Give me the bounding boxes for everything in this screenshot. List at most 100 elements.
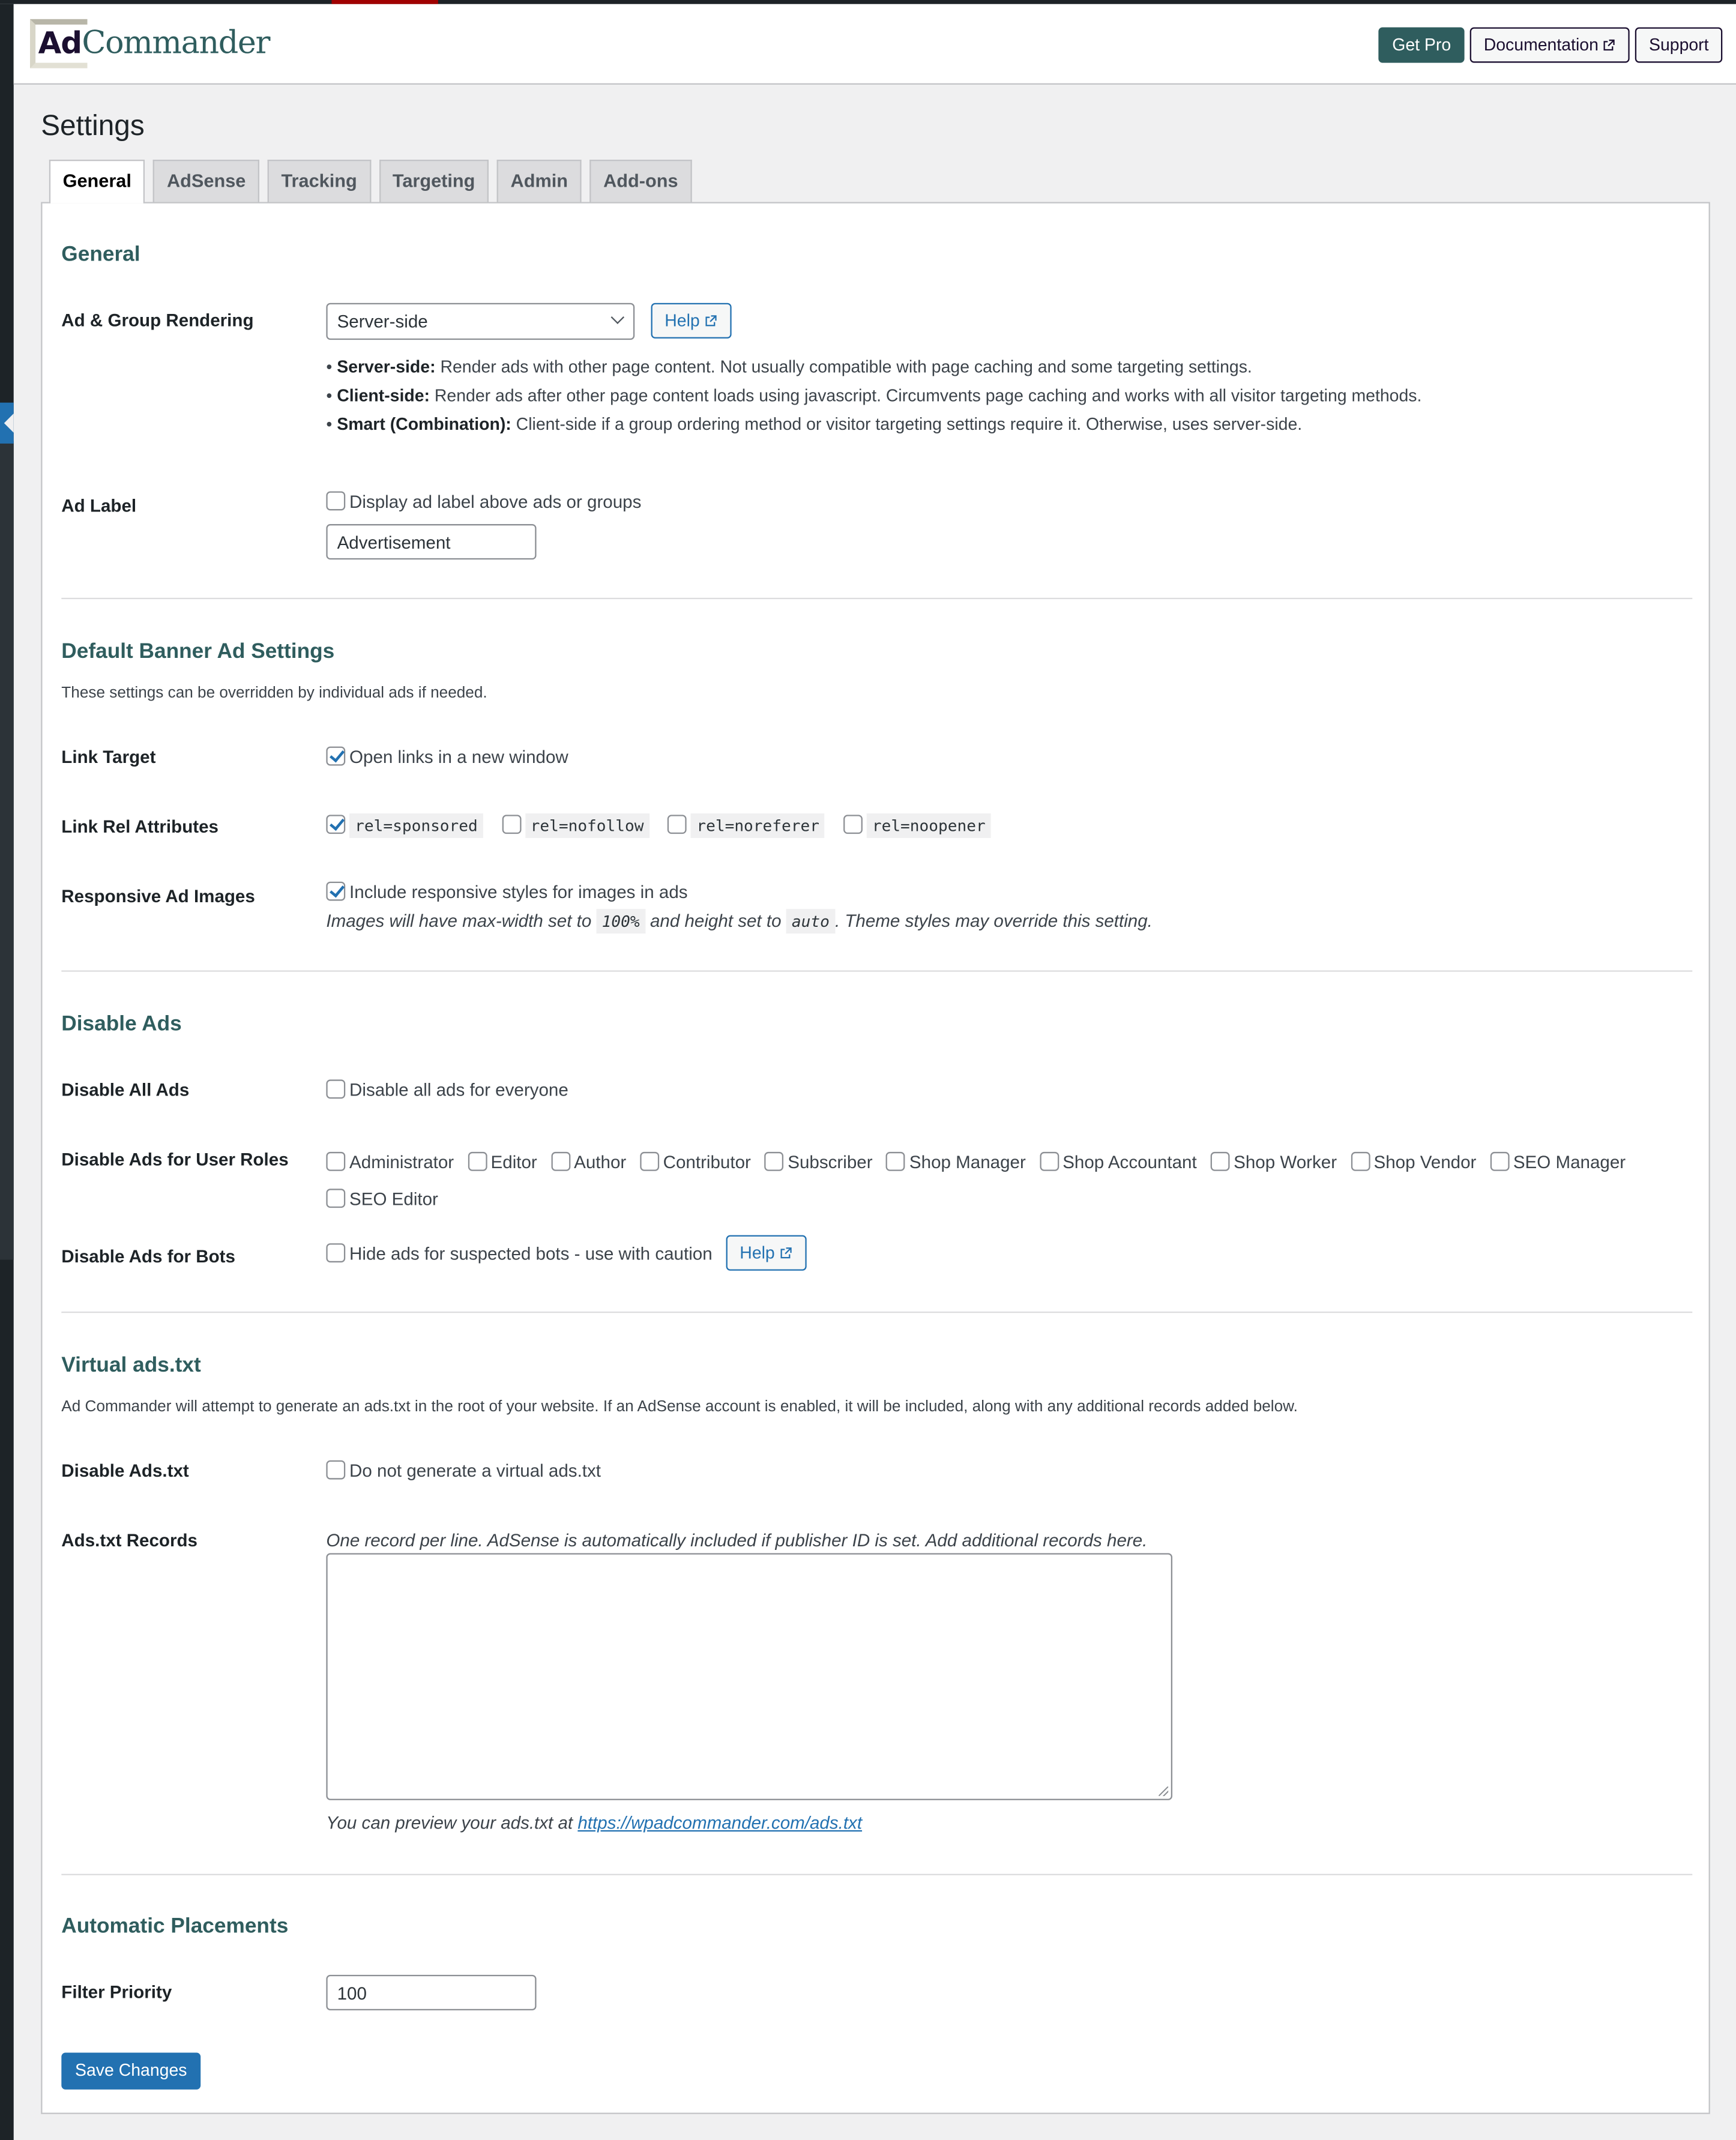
label-disable-ads-txt: Disable Ads.txt: [61, 1460, 189, 1481]
disable-bots-checkbox[interactable]: [326, 1243, 346, 1263]
get-pro-button[interactable]: Get Pro: [1378, 27, 1465, 63]
role-label[interactable]: Administrator: [349, 1152, 454, 1172]
label-link-target: Link Target: [61, 746, 156, 767]
rel-sponsored-label[interactable]: rel=sponsored: [349, 813, 483, 838]
responsive-row: Include responsive styles for images in …: [326, 881, 688, 902]
bullet-term: Client-side:: [337, 386, 430, 406]
ads-txt-preview-link[interactable]: https://wpadcommander.com/ads.txt: [577, 1812, 862, 1833]
logo-ad-text: Ad: [38, 27, 82, 62]
bullet-term: Server-side:: [337, 357, 436, 377]
disable-all-checkbox-label[interactable]: Disable all ads for everyone: [349, 1079, 568, 1100]
bots-help-button[interactable]: Help: [726, 1235, 807, 1271]
ad-label-input[interactable]: [326, 524, 537, 560]
rendering-help-button[interactable]: Help: [651, 303, 732, 339]
disable-ads-txt-checkbox-label[interactable]: Do not generate a virtual ads.txt: [349, 1460, 601, 1481]
tab-general[interactable]: General: [49, 160, 145, 203]
role-option[interactable]: SEO Editor: [326, 1181, 438, 1217]
role-label[interactable]: SEO Editor: [349, 1189, 438, 1209]
responsive-checkbox[interactable]: [326, 881, 346, 901]
role-option[interactable]: SEO Manager: [1490, 1144, 1626, 1180]
role-label[interactable]: Editor: [491, 1152, 537, 1172]
tab-tracking[interactable]: Tracking: [267, 160, 371, 202]
disable-all-checkbox[interactable]: [326, 1079, 346, 1099]
section-title-ads-txt: Virtual ads.txt: [61, 1354, 201, 1378]
tab-adsense[interactable]: AdSense: [153, 160, 260, 202]
ad-label-checkbox[interactable]: [326, 491, 346, 511]
role-option[interactable]: Subscriber: [764, 1144, 873, 1180]
disable-ads-txt-row: Do not generate a virtual ads.txt: [326, 1460, 601, 1481]
ads-txt-records-textarea[interactable]: [326, 1553, 1173, 1800]
role-option[interactable]: Administrator: [326, 1144, 454, 1180]
rel-nofollow-option[interactable]: rel=nofollow: [501, 813, 649, 838]
role-label[interactable]: Shop Accountant: [1062, 1152, 1197, 1172]
role-label[interactable]: Subscriber: [788, 1152, 872, 1172]
link-target-checkbox[interactable]: [326, 746, 346, 766]
settings-tabs: General AdSense Tracking Targeting Admin…: [49, 160, 692, 203]
role-option[interactable]: Shop Vendor: [1350, 1144, 1476, 1180]
filter-priority-input[interactable]: [326, 1974, 537, 2011]
role-label[interactable]: Contributor: [663, 1152, 751, 1172]
rendering-select-value: Server-side: [337, 311, 428, 332]
rel-noreferer-option[interactable]: rel=noreferer: [668, 813, 825, 838]
get-pro-label: Get Pro: [1392, 35, 1451, 55]
tab-admin[interactable]: Admin: [496, 160, 582, 202]
documentation-button[interactable]: Documentation: [1469, 27, 1630, 63]
rendering-select[interactable]: Server-side: [326, 303, 635, 340]
divider: [61, 597, 1693, 600]
responsive-checkbox-label[interactable]: Include responsive styles for images in …: [349, 882, 688, 902]
role-checkbox[interactable]: [326, 1151, 346, 1171]
role-label[interactable]: Shop Manager: [909, 1152, 1026, 1172]
role-checkbox[interactable]: [1490, 1151, 1509, 1171]
role-checkbox[interactable]: [326, 1189, 346, 1208]
rel-noreferer-label[interactable]: rel=noreferer: [691, 813, 825, 838]
role-option[interactable]: Editor: [467, 1144, 537, 1180]
role-checkbox[interactable]: [467, 1151, 487, 1171]
role-checkbox[interactable]: [550, 1151, 570, 1171]
role-checkbox[interactable]: [1350, 1151, 1370, 1171]
role-checkbox[interactable]: [764, 1151, 784, 1171]
ad-label-checkbox-row: Display ad label above ads or groups: [326, 491, 641, 512]
rel-nofollow-label[interactable]: rel=nofollow: [525, 813, 649, 838]
role-option[interactable]: Contributor: [639, 1144, 751, 1180]
disable-bots-checkbox-label[interactable]: Hide ads for suspected bots - use with c…: [349, 1243, 713, 1264]
support-button[interactable]: Support: [1635, 27, 1723, 63]
chevron-down-icon: [610, 310, 625, 324]
sidebar-submenu: [0, 441, 14, 1260]
rel-nofollow-checkbox[interactable]: [501, 815, 521, 834]
role-label[interactable]: SEO Manager: [1513, 1152, 1626, 1172]
role-checkbox[interactable]: [1039, 1151, 1059, 1171]
label-ad-group-rendering: Ad & Group Rendering: [61, 310, 254, 331]
role-checkbox[interactable]: [1210, 1151, 1230, 1171]
disable-ads-txt-checkbox[interactable]: [326, 1460, 346, 1480]
role-option[interactable]: Shop Manager: [886, 1144, 1026, 1180]
role-label[interactable]: Shop Worker: [1234, 1152, 1337, 1172]
rel-noopener-label[interactable]: rel=noopener: [866, 813, 991, 838]
bullet-text: Client-side if a group ordering method o…: [511, 415, 1303, 435]
role-checkbox[interactable]: [886, 1151, 906, 1171]
role-label[interactable]: Author: [574, 1152, 626, 1172]
rel-sponsored-checkbox[interactable]: [326, 815, 346, 834]
tab-targeting[interactable]: Targeting: [379, 160, 489, 202]
rel-noopener-checkbox[interactable]: [843, 815, 863, 834]
link-target-row: Open links in a new window: [326, 746, 568, 767]
help-label: Help: [740, 1243, 775, 1263]
resize-handle[interactable]: [1159, 1786, 1169, 1797]
responsive-note: Images will have max-width set to 100% a…: [326, 909, 1153, 934]
sidebar-active-item[interactable]: [0, 402, 14, 444]
bullet-client-side: • Client-side: Render ads after other pa…: [326, 386, 1422, 406]
link-target-checkbox-label[interactable]: Open links in a new window: [349, 747, 568, 767]
ads-txt-description: Ad Commander will attempt to generate an…: [61, 1399, 1298, 1415]
role-checkbox[interactable]: [639, 1151, 659, 1171]
role-option[interactable]: Shop Accountant: [1039, 1144, 1197, 1180]
rel-sponsored-option[interactable]: rel=sponsored: [326, 813, 483, 838]
role-option[interactable]: Shop Worker: [1210, 1144, 1337, 1180]
rel-noopener-option[interactable]: rel=noopener: [843, 813, 991, 838]
role-label[interactable]: Shop Vendor: [1373, 1152, 1476, 1172]
role-option[interactable]: Author: [550, 1144, 626, 1180]
label-ad-label: Ad Label: [61, 495, 137, 516]
rel-noreferer-checkbox[interactable]: [668, 815, 687, 834]
ad-label-checkbox-label[interactable]: Display ad label above ads or groups: [349, 491, 641, 511]
save-changes-button[interactable]: Save Changes: [61, 2052, 201, 2090]
tab-add-ons[interactable]: Add-ons: [589, 160, 692, 202]
divider: [61, 1873, 1693, 1875]
